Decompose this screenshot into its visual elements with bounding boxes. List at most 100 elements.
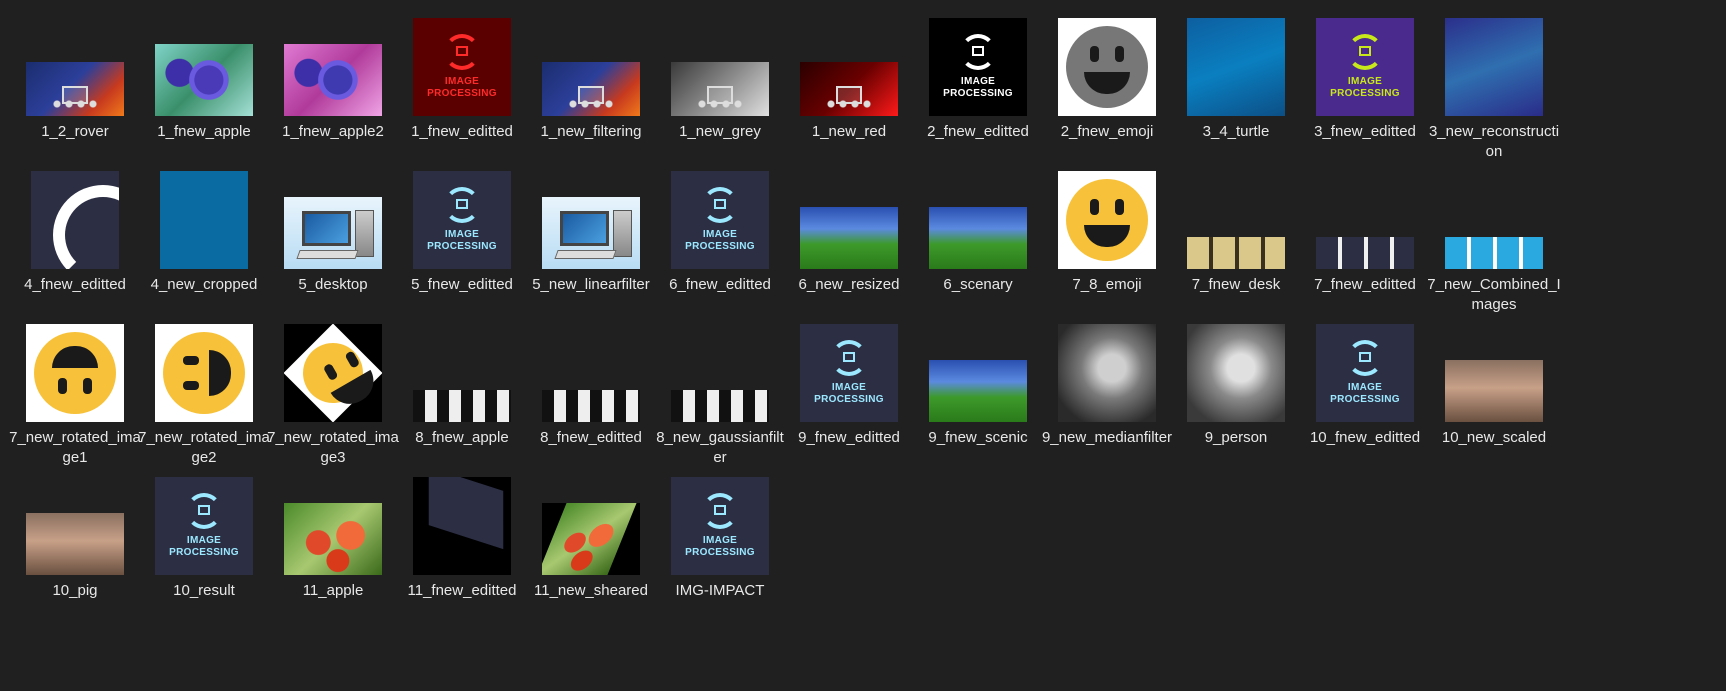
image-preview (671, 390, 769, 422)
logo-text-line: PROCESSING (427, 88, 497, 99)
file-thumbnail: IMAGE PROCESSING (1311, 8, 1419, 116)
image-preview (800, 207, 898, 269)
file-thumbnail (150, 161, 258, 269)
logo-text-line: IMAGE (831, 382, 867, 393)
file-name: 1_fnew_editted (411, 123, 513, 140)
image-processing-logo: IMAGE PROCESSING (800, 324, 898, 422)
file-name: 8_fnew_apple (415, 429, 509, 446)
file-name: 7_new_rotated_image2 (138, 429, 270, 466)
file-name: 6_fnew_editted (669, 276, 771, 293)
file-name: 6_new_resized (798, 276, 900, 293)
image-preview: IMAGE PROCESSING (413, 171, 511, 269)
file-name: 9_person (1204, 429, 1268, 446)
image-preview: IMAGE PROCESSING (413, 18, 511, 116)
logo-text-line: PROCESSING (814, 394, 884, 405)
file-thumbnail: IMAGE PROCESSING (666, 161, 774, 269)
logo-text-line: PROCESSING (685, 547, 755, 558)
file-thumbnail (795, 161, 903, 269)
image-preview: IMAGE PROCESSING (1316, 18, 1414, 116)
file-thumbnail (1182, 314, 1290, 422)
image-processing-logo: IMAGE PROCESSING (929, 18, 1027, 116)
computer-kbd (554, 250, 617, 260)
file-thumbnail (924, 314, 1032, 422)
image-preview (1445, 18, 1543, 116)
file-thumbnail (537, 467, 645, 575)
refresh-image-icon (831, 340, 867, 376)
file-thumbnail (1182, 8, 1290, 116)
file-name: 9_new_medianfilter (1041, 429, 1173, 446)
file-name: 6_scenary (943, 276, 1013, 293)
file-name: 9_fnew_editted (798, 429, 900, 446)
image-preview (284, 44, 382, 116)
image-preview (1316, 237, 1414, 269)
file-name: 3_new_reconstruction (1428, 123, 1560, 160)
image-preview: IMAGE PROCESSING (155, 477, 253, 575)
image-processing-logo: IMAGE PROCESSING (671, 171, 769, 269)
image-preview (413, 477, 511, 575)
logo-text-line: IMAGE (960, 76, 996, 87)
logo-text-line: PROCESSING (169, 547, 239, 558)
image-preview (284, 324, 382, 422)
file-thumbnail: IMAGE PROCESSING (795, 314, 903, 422)
image-preview (1187, 324, 1285, 422)
file-name: 1_fnew_apple (157, 123, 251, 140)
file-thumbnail (1182, 161, 1290, 269)
computer-kbd (296, 250, 359, 260)
file-name: 7_new_rotated_image3 (267, 429, 399, 466)
file-thumbnail (795, 8, 903, 116)
logo-text-line: IMAGE (702, 535, 738, 546)
image-preview (1445, 237, 1543, 269)
file-name: 1_fnew_apple2 (282, 123, 384, 140)
file-name: 5_fnew_editted (411, 276, 513, 293)
file-name: 10_new_scaled (1441, 429, 1547, 446)
file-name: 10_fnew_editted (1309, 429, 1421, 446)
file-thumbnail (279, 161, 387, 269)
smiley-face-icon (163, 332, 245, 414)
logo-text-line: IMAGE (1347, 382, 1383, 393)
file-name: 7_fnew_editted (1314, 276, 1416, 293)
refresh-image-icon (444, 187, 480, 223)
refresh-image-icon (960, 34, 996, 70)
file-name: 8_fnew_editted (540, 429, 642, 446)
image-preview (929, 360, 1027, 422)
file-name: 11_apple (302, 582, 364, 599)
file-thumbnail (537, 161, 645, 269)
file-thumbnail (21, 8, 129, 116)
file-name: 7_8_emoji (1072, 276, 1142, 293)
image-preview (26, 62, 124, 116)
image-preview (31, 171, 119, 269)
logo-text-line: IMAGE (1347, 76, 1383, 87)
image-preview (1058, 18, 1156, 116)
image-preview (1187, 237, 1285, 269)
image-preview (155, 324, 253, 422)
file-name: 2_fnew_editted (927, 123, 1029, 140)
file-name: 4_fnew_editted (24, 276, 126, 293)
rover-wheels (698, 99, 742, 108)
refresh-image-icon (1347, 340, 1383, 376)
logo-text-line: IMAGE (702, 229, 738, 240)
file-thumbnail (1440, 8, 1548, 116)
logo-text-line: PROCESSING (1330, 88, 1400, 99)
file-thumbnail (537, 314, 645, 422)
file-name: 5_new_linearfilter (532, 276, 650, 293)
file-grid: 1_2_rover 1_fnew_apple 1_fnew_apple2 IMAGE P… (8, 0, 1726, 691)
file-thumbnail (21, 314, 129, 422)
file-thumbnail (537, 8, 645, 116)
file-name: 1_2_rover (41, 123, 109, 140)
image-preview (542, 197, 640, 269)
image-preview: IMAGE PROCESSING (671, 477, 769, 575)
smiley-face-icon (34, 332, 116, 414)
image-processing-logo: IMAGE PROCESSING (413, 171, 511, 269)
image-preview (155, 44, 253, 116)
logo-text-line: PROCESSING (427, 241, 497, 252)
file-name: 1_new_red (811, 123, 887, 140)
image-processing-logo: IMAGE PROCESSING (671, 477, 769, 575)
file-thumbnail (21, 161, 129, 269)
image-preview (929, 207, 1027, 269)
image-preview (26, 324, 124, 422)
file-thumbnail (279, 8, 387, 116)
refresh-image-icon (702, 493, 738, 529)
file-name: 1_new_grey (679, 123, 761, 140)
image-preview (542, 503, 640, 575)
logo-text-line: PROCESSING (1330, 394, 1400, 405)
